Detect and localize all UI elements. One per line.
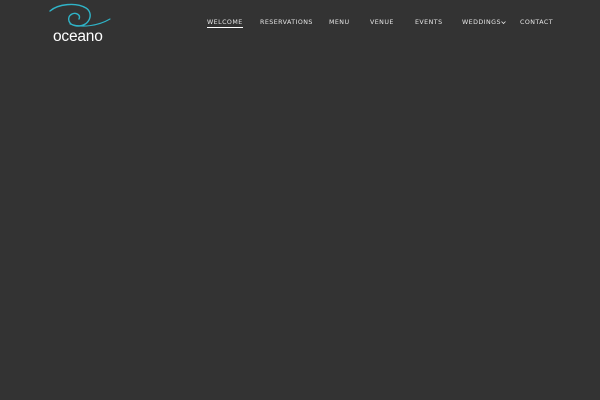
nav-item-label: RESERVATIONS — [260, 19, 313, 26]
nav-item-label: WEDDINGS — [462, 19, 501, 26]
nav-item-label: EVENTS — [415, 19, 443, 26]
nav-item-label: MENU — [329, 19, 350, 26]
nav-item-contact[interactable]: CONTACT — [520, 18, 553, 27]
active-indicator — [207, 27, 243, 28]
nav-item-label: CONTACT — [520, 19, 554, 26]
nav-item-menu[interactable]: MENU — [329, 18, 350, 27]
nav-item-label: VENUE — [370, 19, 394, 26]
chevron-down-icon[interactable] — [500, 19, 507, 26]
nav-item-label: WELCOME — [207, 19, 243, 26]
nav-item-welcome[interactable]: WELCOME — [207, 18, 243, 28]
nav-item-reservations[interactable]: RESERVATIONS — [260, 18, 313, 27]
nav-item-events[interactable]: EVENTS — [415, 18, 443, 27]
page: oceano WELCOME RESERVATIONS MENU VENUE E… — [0, 0, 600, 400]
nav-item-weddings[interactable]: WEDDINGS — [462, 18, 501, 27]
main-navigation: WELCOME RESERVATIONS MENU VENUE EVENTS W… — [0, 18, 600, 32]
nav-item-venue[interactable]: VENUE — [370, 18, 394, 27]
